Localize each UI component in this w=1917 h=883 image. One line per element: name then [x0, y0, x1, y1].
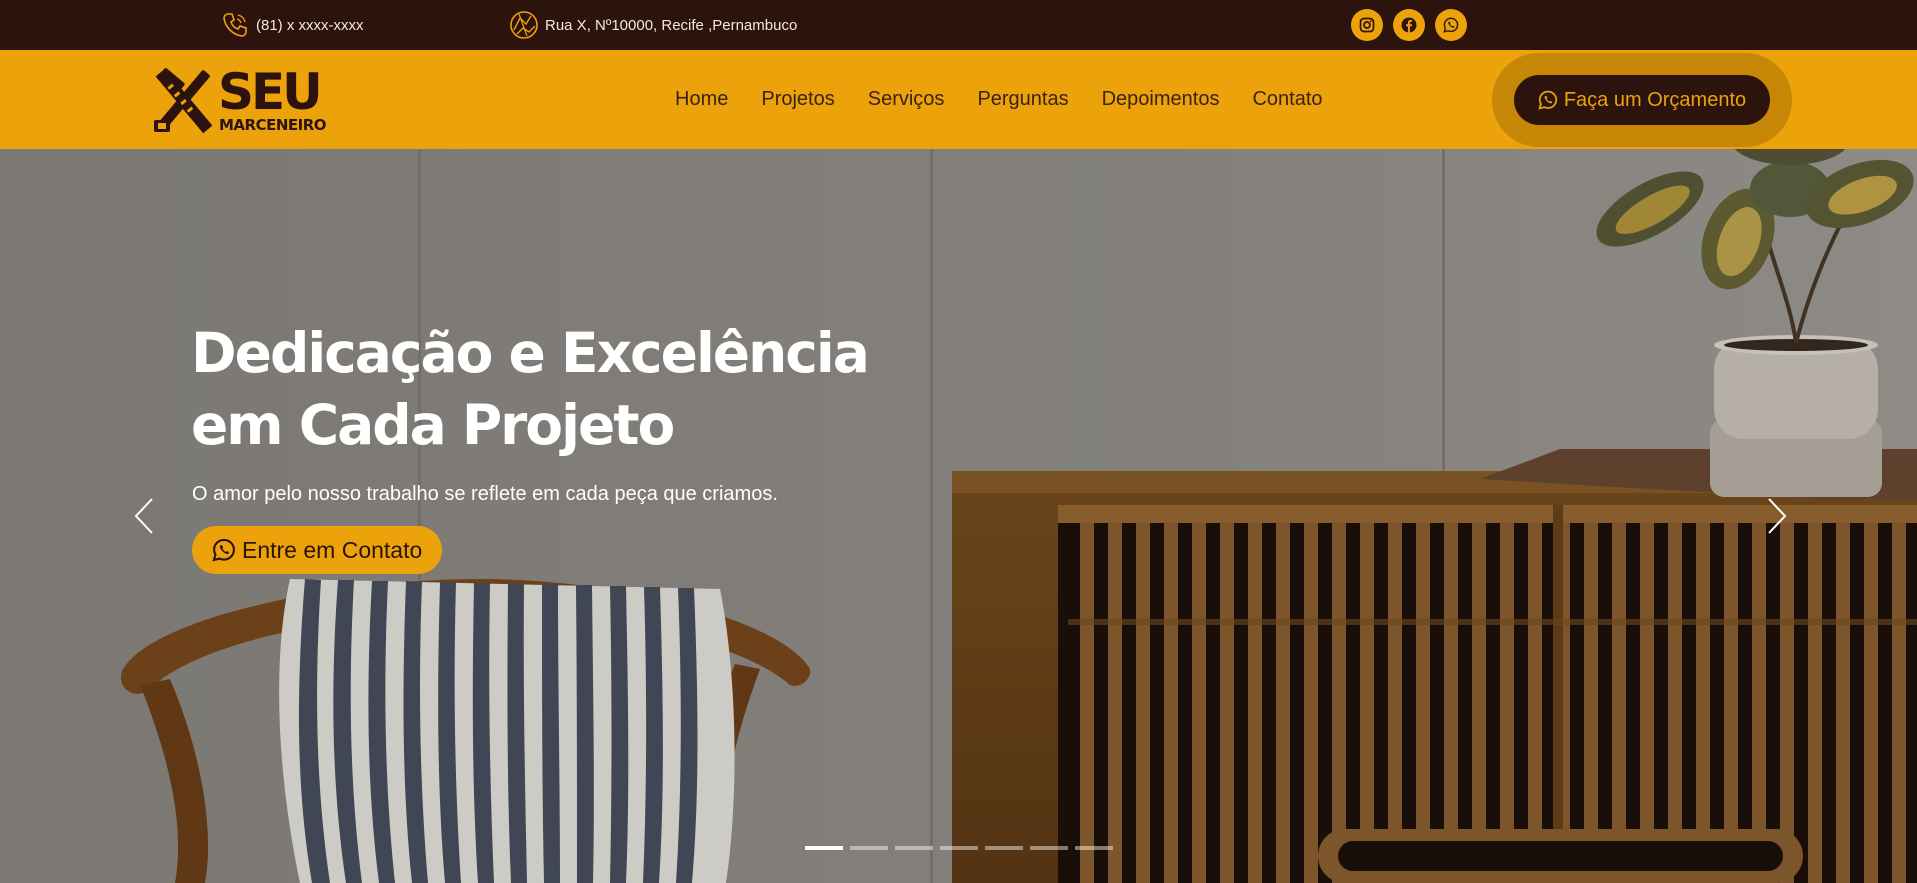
logo-word-seu: SEU — [218, 64, 320, 121]
carousel-indicators — [805, 846, 1113, 850]
top-bar: (81) x xxxx-xxxx Rua X, Nº10000, Recife … — [0, 0, 1917, 50]
facebook-icon — [1401, 17, 1417, 33]
nav-projetos[interactable]: Projetos — [761, 88, 834, 111]
instagram-icon — [1359, 17, 1375, 33]
map-icon — [510, 11, 538, 39]
carousel-indicator[interactable] — [895, 846, 933, 850]
hero-subtitle: O amor pelo nosso trabalho se reflete em… — [192, 483, 778, 505]
instagram-link[interactable] — [1351, 9, 1383, 41]
whatsapp-link[interactable] — [1435, 9, 1467, 41]
nav-contato[interactable]: Contato — [1252, 88, 1322, 111]
whatsapp-icon — [1443, 17, 1459, 33]
hero-carousel: Dedicação e Excelência em Cada Projeto O… — [0, 149, 1917, 883]
phone-contact[interactable]: (81) x xxxx-xxxx — [220, 0, 364, 50]
logo-word-marceneiro: MARCENEIRO — [219, 116, 326, 134]
carousel-indicator[interactable] — [805, 846, 843, 850]
social-links — [1351, 9, 1467, 41]
hero-background-image — [0, 149, 1917, 883]
nav-home[interactable]: Home — [675, 88, 728, 111]
phone-icon — [223, 13, 247, 37]
address-text: Rua X, Nº10000, Recife ,Pernambuco — [545, 16, 798, 34]
chevron-right-icon — [1768, 498, 1787, 534]
hero-title-line1: Dedicação e Excelência — [191, 321, 870, 385]
seu-marceneiro-logo[interactable]: SEU MARCENEIRO — [148, 64, 363, 136]
main-nav: Home Projetos Serviços Perguntas Depoime… — [675, 50, 1323, 149]
contact-button-label: Entre em Contato — [242, 536, 423, 563]
carousel-indicator[interactable] — [850, 846, 888, 850]
contact-button[interactable]: Entre em Contato — [192, 526, 443, 574]
quote-button-halo: Faça um Orçamento — [1492, 53, 1792, 147]
hero-title-line2: em Cada Projeto — [191, 393, 675, 457]
carousel-indicator[interactable] — [1030, 846, 1068, 850]
carousel-next-button[interactable] — [1757, 491, 1797, 541]
carousel-prev-button[interactable] — [124, 491, 164, 541]
nav-servicos[interactable]: Serviços — [868, 88, 945, 111]
carousel-indicator[interactable] — [1075, 846, 1113, 850]
carousel-indicator[interactable] — [985, 846, 1023, 850]
address-contact[interactable]: Rua X, Nº10000, Recife ,Pernambuco — [509, 0, 797, 50]
nav-perguntas[interactable]: Perguntas — [977, 88, 1068, 111]
whatsapp-icon — [212, 538, 235, 562]
nav-depoimentos[interactable]: Depoimentos — [1102, 88, 1220, 111]
chevron-left-icon — [134, 498, 153, 534]
facebook-link[interactable] — [1393, 9, 1425, 41]
main-navbar: SEU MARCENEIRO Home Projetos Serviços Pe… — [0, 50, 1917, 149]
carousel-indicator[interactable] — [940, 846, 978, 850]
quote-button-label: Faça um Orçamento — [1563, 88, 1747, 111]
quote-button[interactable]: Faça um Orçamento — [1514, 75, 1770, 125]
hero-title: Dedicação e Excelência em Cada Projeto — [191, 317, 951, 461]
phone-number: (81) x xxxx-xxxx — [256, 16, 364, 34]
whatsapp-icon — [1538, 90, 1557, 110]
